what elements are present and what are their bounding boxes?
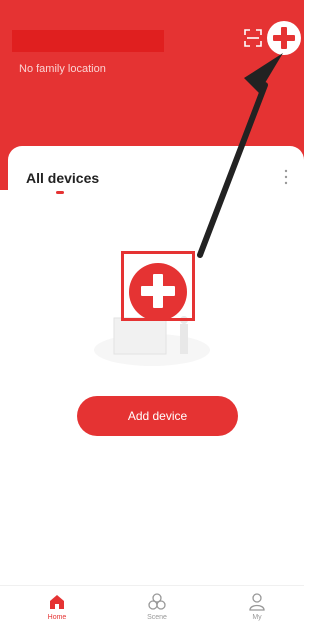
nav-scene[interactable]: Scene bbox=[127, 586, 187, 626]
add-device-button[interactable]: Add device bbox=[77, 396, 238, 436]
add-device-highlight-button[interactable] bbox=[129, 263, 187, 321]
more-vertical-icon[interactable] bbox=[282, 168, 290, 186]
nav-label-scene: Scene bbox=[147, 614, 167, 621]
user-icon bbox=[247, 592, 267, 612]
redacted-family-name bbox=[12, 30, 164, 52]
nav-label-home: Home bbox=[47, 614, 67, 621]
nav-my[interactable]: My bbox=[227, 586, 287, 626]
nav-label-my: My bbox=[252, 614, 262, 621]
tab-all-devices[interactable]: All devices bbox=[26, 170, 99, 186]
scene-icon bbox=[147, 592, 167, 612]
family-location-label[interactable]: No family location bbox=[19, 63, 106, 75]
tab-indicator bbox=[56, 191, 64, 194]
nav-home[interactable]: Home bbox=[27, 586, 87, 626]
add-device-top-button[interactable] bbox=[267, 21, 301, 55]
scan-icon[interactable] bbox=[244, 29, 262, 47]
home-icon bbox=[47, 592, 67, 612]
bottom-nav: Home Scene My bbox=[0, 585, 304, 626]
